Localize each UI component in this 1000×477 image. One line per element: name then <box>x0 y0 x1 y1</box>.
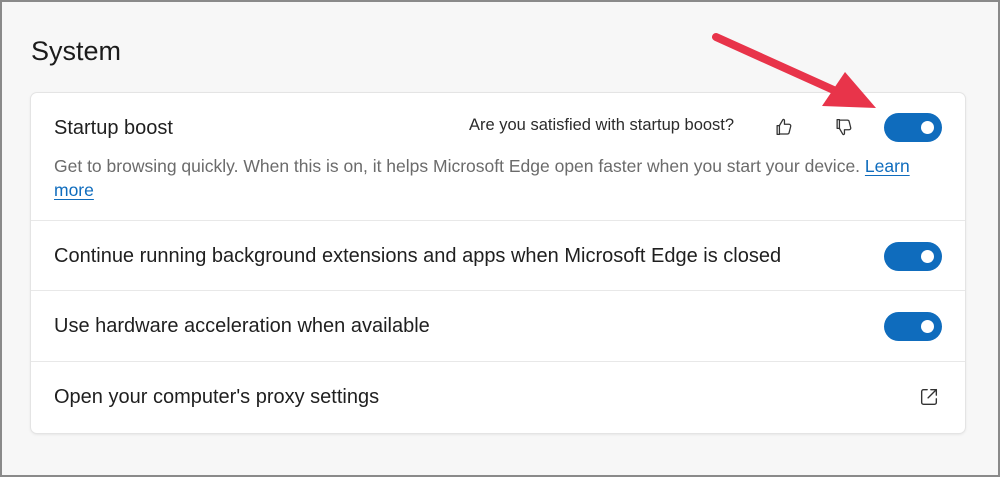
proxy-settings-label: Open your computer's proxy settings <box>54 386 380 408</box>
thumbs-up-icon[interactable] <box>771 114 797 140</box>
hardware-acceleration-label: Use hardware acceleration when available <box>54 315 430 337</box>
proxy-settings-row[interactable]: Open your computer's proxy settings <box>31 362 965 433</box>
settings-card: Startup boost Are you satisfied with sta… <box>31 93 965 433</box>
startup-boost-row: Startup boost Are you satisfied with sta… <box>31 93 965 221</box>
feedback-question: Are you satisfied with startup boost? <box>469 116 735 134</box>
toggle-knob <box>921 121 934 134</box>
description-text: Get to browsing quickly. When this is on… <box>54 156 861 176</box>
startup-boost-description: Get to browsing quickly. When this is on… <box>54 154 914 202</box>
background-extensions-toggle[interactable] <box>884 242 942 271</box>
toggle-knob <box>921 250 934 263</box>
hardware-acceleration-toggle[interactable] <box>884 312 942 341</box>
external-link-icon[interactable] <box>916 384 942 410</box>
startup-boost-label: Startup boost <box>54 117 173 139</box>
toggle-knob <box>921 320 934 333</box>
background-extensions-row: Continue running background extensions a… <box>31 221 965 291</box>
startup-boost-toggle[interactable] <box>884 113 942 142</box>
section-title: System <box>31 36 122 66</box>
hardware-acceleration-row: Use hardware acceleration when available <box>31 291 965 362</box>
background-extensions-label: Continue running background extensions a… <box>54 245 782 267</box>
thumbs-down-icon[interactable] <box>831 114 857 140</box>
